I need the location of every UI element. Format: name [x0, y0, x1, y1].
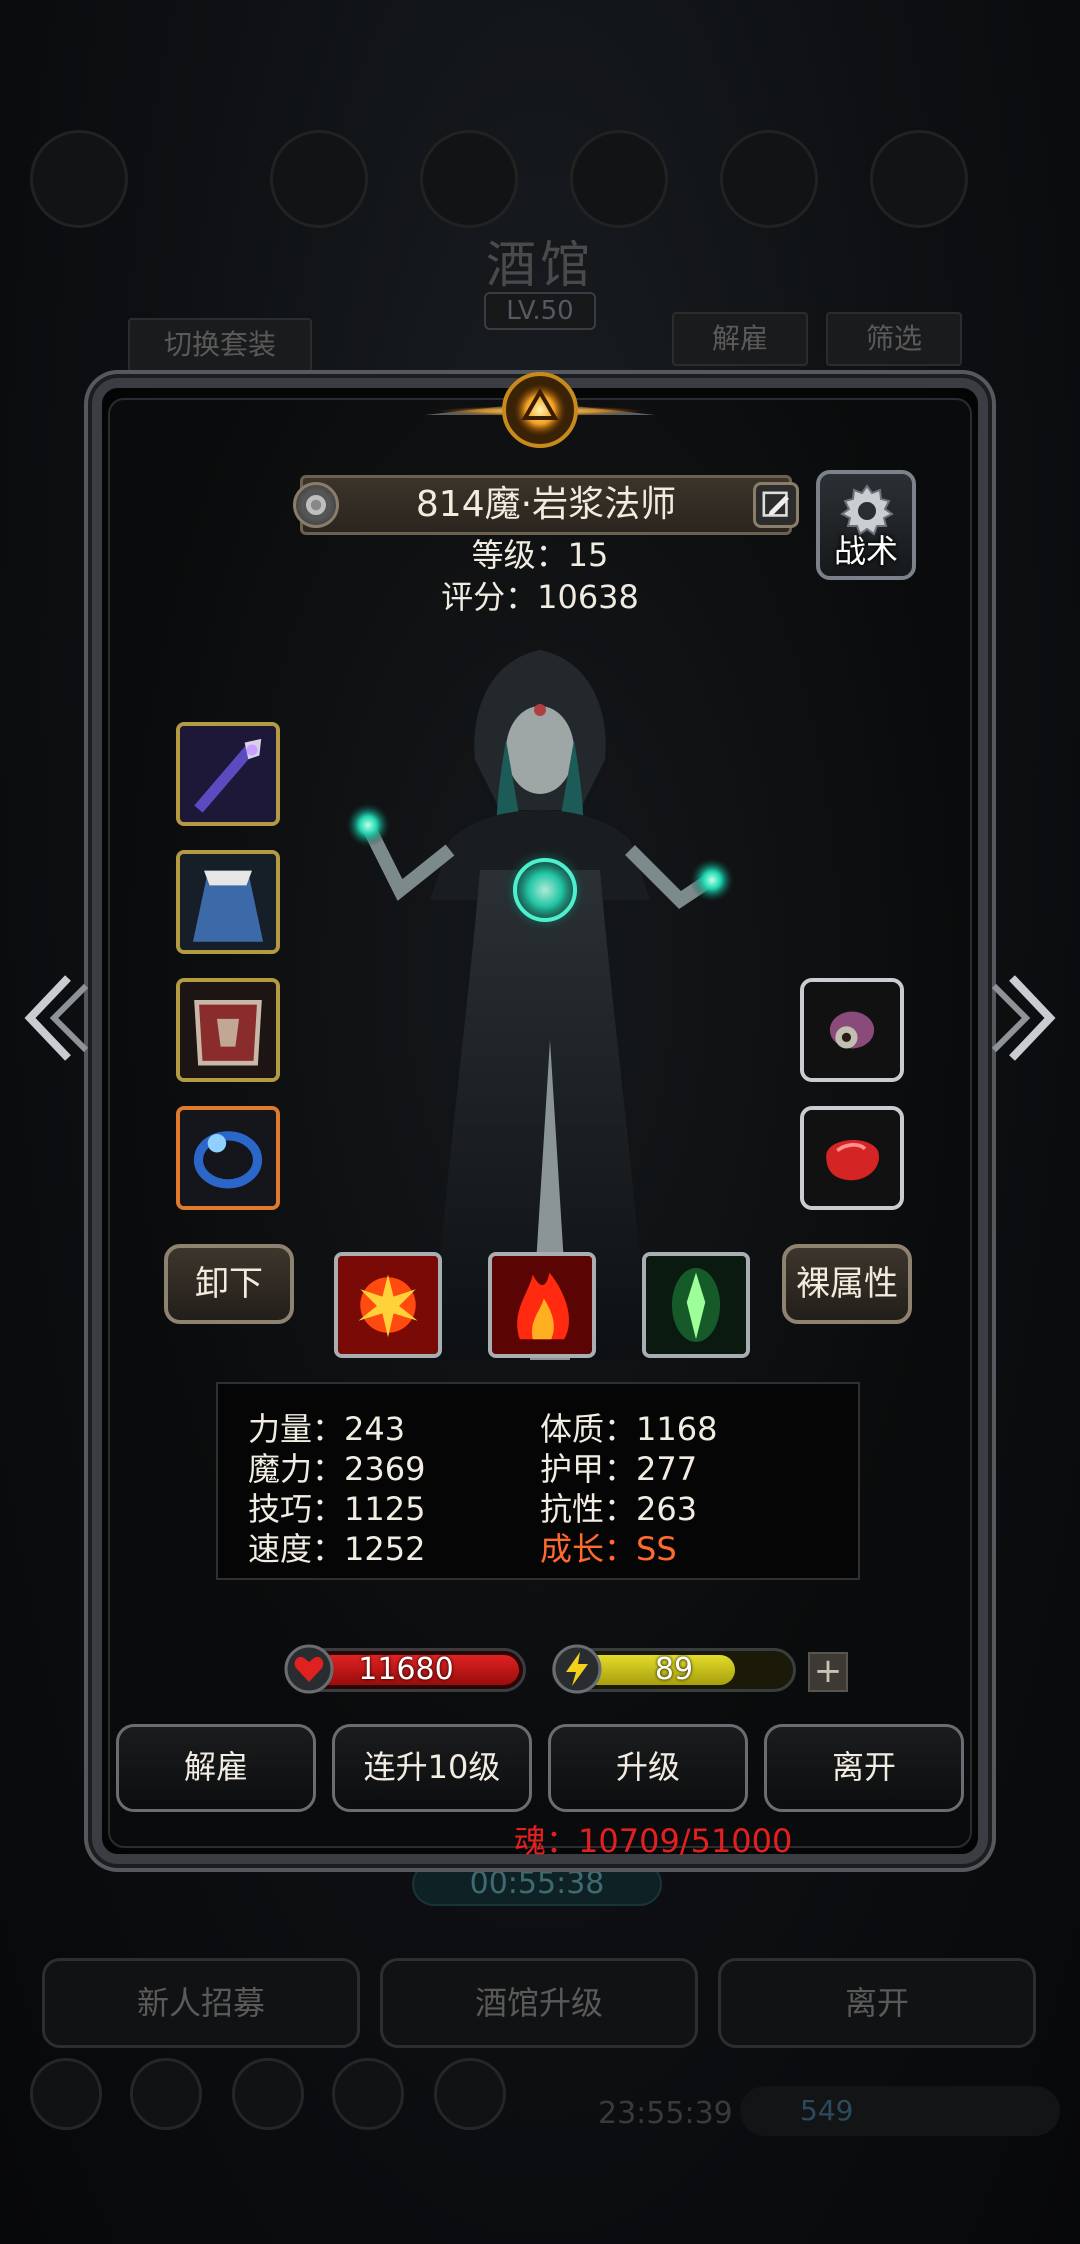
staff-icon [180, 726, 276, 822]
recruit-button: 新人招募 [42, 1958, 360, 2048]
bg-menu-icon [720, 130, 818, 228]
stat-speed: 速度：1252 [248, 1530, 426, 1568]
flame-icon [492, 1256, 592, 1354]
tavern-title: 酒馆 [486, 236, 594, 294]
medal-icon [293, 482, 339, 528]
stat-growth: 成长：SS [540, 1530, 677, 1568]
dismiss-button[interactable]: 解雇 [116, 1724, 316, 1812]
ring-icon [180, 1110, 276, 1206]
bg-leave-button: 离开 [718, 1958, 1036, 2048]
equip-slot-weapon[interactable] [176, 722, 280, 826]
bg-nav-icon [434, 2058, 506, 2130]
bg-dismiss-button: 解雇 [672, 312, 808, 366]
bg-bottom-timer: 23:55:39 [598, 2096, 733, 2131]
tactics-label: 战术 [833, 532, 898, 570]
hero-score: 评分：10638 [441, 578, 639, 616]
emblem-icon [415, 360, 665, 460]
hero-name: 814魔·岩浆法师 [415, 484, 677, 525]
equip-slot-gem[interactable] [800, 1106, 904, 1210]
prev-hero-arrow-icon[interactable] [16, 968, 92, 1068]
next-hero-arrow-icon[interactable] [988, 968, 1064, 1068]
equip-slot-ring[interactable] [176, 1106, 280, 1210]
bg-menu-icon [870, 130, 968, 228]
edit-name-icon[interactable] [753, 482, 799, 528]
skill-slot-1[interactable] [334, 1252, 442, 1358]
skill-slot-3[interactable] [642, 1252, 750, 1358]
bg-nav-icon [232, 2058, 304, 2130]
switch-set-button: 切换套装 [128, 318, 312, 372]
stats-panel: 力量：243 体质：1168 魔力：2369 护甲：277 技巧：1125 抗性… [216, 1382, 860, 1580]
fire-burst-icon [338, 1256, 438, 1354]
level-up-button[interactable]: 升级 [548, 1724, 748, 1812]
heart-icon [284, 1644, 334, 1694]
bg-menu-icon [420, 130, 518, 228]
bg-nav-icon [30, 2058, 102, 2130]
bare-stats-button[interactable]: 裸属性 [782, 1244, 912, 1324]
bg-currency-count: 549 [740, 2086, 1060, 2136]
skill-slot-2[interactable] [488, 1252, 596, 1358]
unequip-button[interactable]: 卸下 [164, 1244, 294, 1324]
cloak-icon [180, 854, 276, 950]
bg-filter-button: 筛选 [826, 312, 962, 366]
equip-slot-cloak[interactable] [176, 850, 280, 954]
leave-button[interactable]: 离开 [764, 1724, 964, 1812]
level-up-10-button[interactable]: 连升10级 [332, 1724, 532, 1812]
eye-gem-icon [804, 982, 900, 1078]
lightning-icon [552, 1644, 602, 1694]
bg-menu-icon [30, 130, 128, 228]
red-stone-icon [804, 1110, 900, 1206]
bg-nav-icon [332, 2058, 404, 2130]
chest-armor-icon [180, 982, 276, 1078]
bg-timer: 00:55:38 [412, 1862, 662, 1906]
bg-menu-icon [270, 130, 368, 228]
green-crystal-icon [646, 1256, 746, 1354]
hero-level: 等级：15 [471, 536, 609, 574]
hero-nameplate: 814魔·岩浆法师 [293, 475, 799, 535]
equip-slot-armor[interactable] [176, 978, 280, 1082]
add-energy-button[interactable]: + [808, 1652, 848, 1692]
tavern-upgrade-button: 酒馆升级 [380, 1958, 698, 2048]
soul-counter: 魂：10709/51000 [514, 1822, 793, 1860]
tactics-button[interactable]: 战术 [816, 470, 916, 580]
bg-menu-icon [570, 130, 668, 228]
equip-slot-trinket[interactable] [800, 978, 904, 1082]
tavern-level: LV.50 [484, 292, 596, 330]
bg-nav-icon [130, 2058, 202, 2130]
